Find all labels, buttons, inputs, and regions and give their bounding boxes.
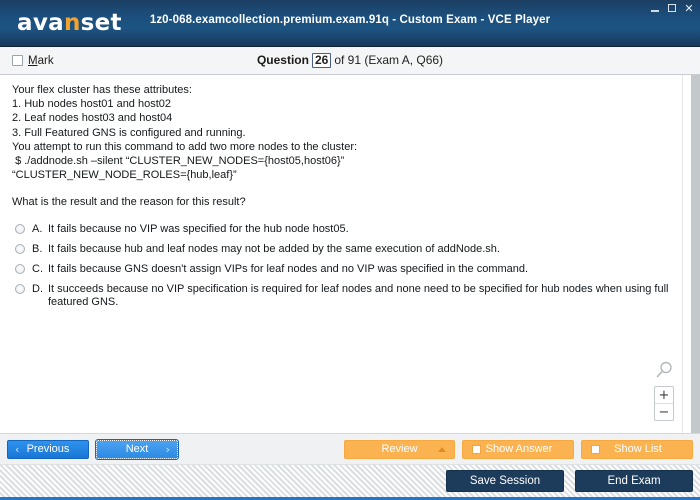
answer-text: It fails because GNS doesn't assign VIPs… — [48, 263, 529, 276]
question-body-text: Your flex cluster has these attributes: … — [12, 84, 358, 182]
logo-text-before: ava — [17, 9, 64, 36]
radio-icon[interactable] — [15, 284, 25, 295]
status-bar: Save Session End Exam — [0, 464, 700, 500]
mark-checkbox-control[interactable]: Mark — [12, 55, 54, 67]
zoom-in-button[interactable]: + — [655, 387, 673, 404]
show-list-button-label: Show List — [614, 443, 662, 455]
answer-option-d[interactable]: D. It succeeds because no VIP specificat… — [12, 283, 672, 309]
question-word: Question — [256, 53, 309, 67]
previous-button-label: Previous — [26, 443, 70, 455]
chevron-right-icon: › — [165, 442, 170, 456]
save-session-button[interactable]: Save Session — [446, 470, 564, 492]
answer-options-list: A. It fails because no VIP was specified… — [12, 223, 672, 309]
answer-letter: D. — [32, 283, 43, 296]
content-wrapper: Your flex cluster has these attributes: … — [0, 75, 700, 433]
answer-text: It succeeds because no VIP specification… — [48, 283, 669, 309]
show-answer-button-label: Show Answer — [485, 443, 553, 455]
question-content-area: Your flex cluster has these attributes: … — [0, 75, 682, 433]
title-bar: avanset 1z0-068.examcollection.premium.e… — [0, 0, 700, 47]
show-answer-checkbox-icon — [472, 444, 481, 454]
window-controls: ✕ — [649, 2, 695, 14]
avanset-logo: avanset — [17, 9, 122, 36]
maximize-icon — [668, 4, 676, 12]
navigation-button-bar: ‹ Previous Next › Review Show Answer Sho… — [0, 433, 700, 464]
question-counter-rest: of 91 (Exam A, Q66) — [334, 53, 444, 67]
show-list-checkbox-icon — [591, 444, 600, 454]
zoom-buttons-group: + − — [654, 386, 674, 421]
mark-label: Mark — [28, 55, 54, 67]
answer-option-b[interactable]: B. It fails because hub and leaf nodes m… — [12, 243, 672, 256]
zoom-control-cluster: + − — [653, 360, 675, 421]
answer-option-a[interactable]: A. It fails because no VIP was specified… — [12, 223, 672, 236]
mark-label-rest: ark — [37, 54, 54, 67]
chevron-left-icon: ‹ — [15, 442, 20, 456]
content-right-rail — [682, 75, 700, 433]
mark-label-accel: M — [28, 54, 38, 67]
zoom-out-button[interactable]: − — [655, 404, 673, 420]
answer-letter: A. — [32, 223, 43, 236]
answer-text: It fails because hub and leaf nodes may … — [48, 243, 500, 256]
minimize-button[interactable] — [649, 2, 661, 14]
radio-icon[interactable] — [15, 264, 25, 275]
question-header-bar: Mark Question 26 of 91 (Exam A, Q66) — [0, 47, 700, 75]
close-button[interactable]: ✕ — [683, 2, 695, 14]
next-button[interactable]: Next › — [95, 438, 179, 460]
mark-checkbox[interactable] — [12, 55, 23, 66]
magnifier-icon — [656, 361, 672, 378]
caret-up-icon — [438, 446, 446, 452]
review-button-label: Review — [381, 443, 418, 455]
previous-button[interactable]: ‹ Previous — [7, 439, 89, 459]
radio-icon[interactable] — [15, 244, 25, 255]
radio-icon[interactable] — [15, 224, 25, 235]
question-counter: Question 26 of 91 (Exam A, Q66) — [0, 53, 700, 68]
answer-letter: B. — [32, 243, 43, 256]
answer-letter: C. — [32, 263, 43, 276]
logo-accent-letter: n — [63, 9, 81, 36]
review-button[interactable]: Review — [344, 439, 455, 459]
answer-option-c[interactable]: C. It fails because GNS doesn't assign V… — [12, 263, 672, 276]
close-icon: ✕ — [684, 1, 694, 15]
logo-text-after: set — [80, 9, 122, 36]
question-number-input[interactable]: 26 — [311, 53, 332, 68]
vce-player-window: avanset 1z0-068.examcollection.premium.e… — [0, 0, 700, 500]
answer-text: It fails because no VIP was specified fo… — [48, 223, 349, 236]
question-prompt-text: What is the result and the reason for th… — [12, 196, 246, 209]
next-button-label: Next — [125, 443, 149, 455]
end-exam-button[interactable]: End Exam — [575, 470, 693, 492]
show-answer-button[interactable]: Show Answer — [462, 439, 574, 459]
minimize-icon — [651, 9, 659, 12]
maximize-button[interactable] — [666, 2, 678, 14]
show-list-button[interactable]: Show List — [581, 439, 693, 459]
